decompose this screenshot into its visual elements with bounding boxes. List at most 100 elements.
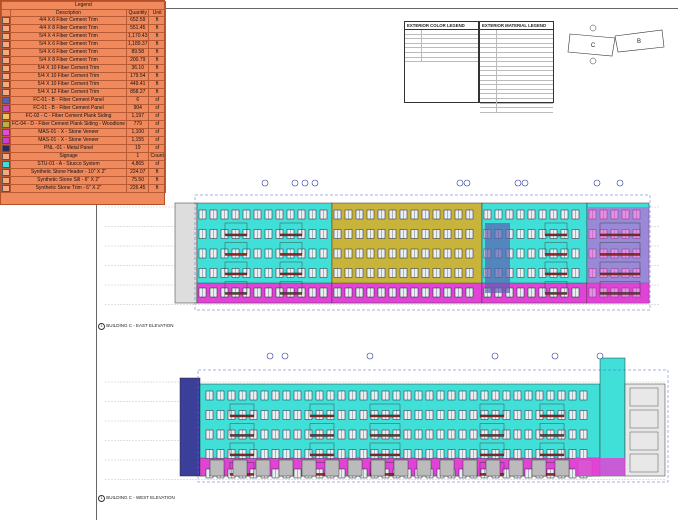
legend-unit: sf [148,104,166,114]
legend-line-code [480,94,497,98]
legend-row: 5/4 X 8 Fiber Cement Trim 200.79 ft [1,56,166,66]
balcony [539,434,565,437]
legend-line-code [480,80,497,85]
legend-swatch [1,40,11,50]
legend-swatch-color [2,169,10,176]
legend-row: 5/4 X 6 Fiber Cement Trim 1,189.37 ft [1,40,166,50]
balcony [369,434,401,437]
east-elevation-label: BUILDING C - EAST ELEVATION [106,323,174,328]
legend-quantity: 551.45 [126,24,150,34]
legend-unit: sf [148,136,166,146]
key-plan-marker-top [589,24,597,32]
balcony [599,233,641,237]
legend-row: 5/4 X 10 Fiber Cement Trim 179.54 ft [1,72,166,82]
legend-quantity: 1 [126,152,150,162]
key-plan-marker-bottom [589,57,597,65]
legend-quantity: 224.07 [126,168,150,178]
legend-swatch-color [2,161,10,168]
legend-quantity: 19 [126,144,150,154]
east-elevation-title: 1 BUILDING C - EAST ELEVATION [98,323,174,330]
legend-quantity: 4,865 [126,160,150,170]
legend-unit: sf [148,128,166,138]
legend-unit: sf [148,112,166,122]
legend-quantity: 179.54 [126,72,150,82]
legend-unit: ft [148,32,166,42]
legend-unit: ft [148,24,166,34]
legend-line-code [480,34,497,39]
legend-unit: ft [148,56,166,66]
legend-line-code [405,48,422,52]
legend-row: 5/4 X 10 Fiber Cement Trim 36.10 ft [1,64,166,74]
legend-unit: sf [148,120,166,130]
legend-swatch-color [2,49,10,56]
legend-description: 5/4 X 8 Fiber Cement Trim [9,56,128,66]
garage-door [554,459,570,477]
legend-quantity: 779 [126,120,150,130]
legend-swatch-color [2,105,10,112]
legend-swatch [1,16,11,26]
legend-unit: sf [148,160,166,170]
legend-line-code [480,98,497,103]
legend-description: PNL -01 - Metal Panel [9,144,128,154]
grid-marker [616,179,624,187]
balcony [599,253,641,256]
balcony [599,272,641,276]
fiber-cement-panel [485,223,510,293]
legend-description: STU-01 - A - Stucco System [9,160,128,170]
legend-swatch-color [2,81,10,88]
legend-description: 5/4 X 10 Fiber Cement Trim [9,80,128,90]
west-elevation-label: BUILDING C - WEST ELEVATION [106,495,175,500]
balcony [309,453,335,457]
grid-marker [456,179,464,187]
exterior-material-legend: EXTERIOR MATERIAL LEGEND [479,21,554,113]
grid-marker [463,179,471,187]
legend-line-code [405,30,422,34]
legend-header-description: Description [9,8,128,18]
legend-line-code [480,30,497,34]
legend-quantity: 36.10 [126,64,150,74]
legend-swatch-color [2,185,10,192]
legend-line-code [480,57,497,62]
legend-line-code [480,89,497,94]
legend-swatch [1,72,11,82]
garage-door [508,459,524,477]
west-elevation-number: 1 [98,495,105,502]
legend-quantity: 6 [126,96,150,106]
balcony [544,253,568,256]
legend-unit: ft [148,176,166,186]
legend-swatch-color [2,153,10,160]
balcony [539,414,565,418]
legend-line-code [480,108,497,112]
building-b-label: B [637,39,641,45]
legend-swatch [1,104,11,114]
legend-quantity: 858.27 [126,88,150,98]
legend-quantity: 1,197 [126,112,150,122]
legend-row: Synthetic Stone Sill - 6" X 2" 75.50 ft [1,176,166,186]
legend-swatch-color [2,73,10,80]
legend-swatch [1,160,11,170]
balcony [539,453,565,457]
balcony [229,453,255,457]
legend-swatch-color [2,89,10,96]
legend-row: FC-01 - B - Fiber Cement Panel 6 sf [1,96,166,106]
garage-door [255,459,271,477]
quantity-legend-table: Legend Description Quantity Unit 4/4 X 6… [0,0,166,205]
balcony [224,233,248,237]
legend-description: Synthetic Stone Sill - 6" X 2" [9,176,128,186]
legend-description: FC-01 - B - Fiber Cement Panel [9,104,128,114]
garage-door [301,459,317,477]
grid-marker [551,352,559,360]
garage-door [209,459,225,477]
legend-swatch [1,88,11,98]
legend-line-code [480,85,497,89]
garage-door [347,459,363,477]
legend-quantity: 1,100 [126,128,150,138]
legend-line-code [480,52,497,57]
legend-swatch [1,168,11,178]
legend-line-code [480,62,497,66]
legend-line-code [405,34,422,39]
legend-swatch [1,32,11,42]
legend-unit: ft [148,168,166,178]
legend-line-code [480,66,497,71]
legend-quantity: 1,155 [126,136,150,146]
